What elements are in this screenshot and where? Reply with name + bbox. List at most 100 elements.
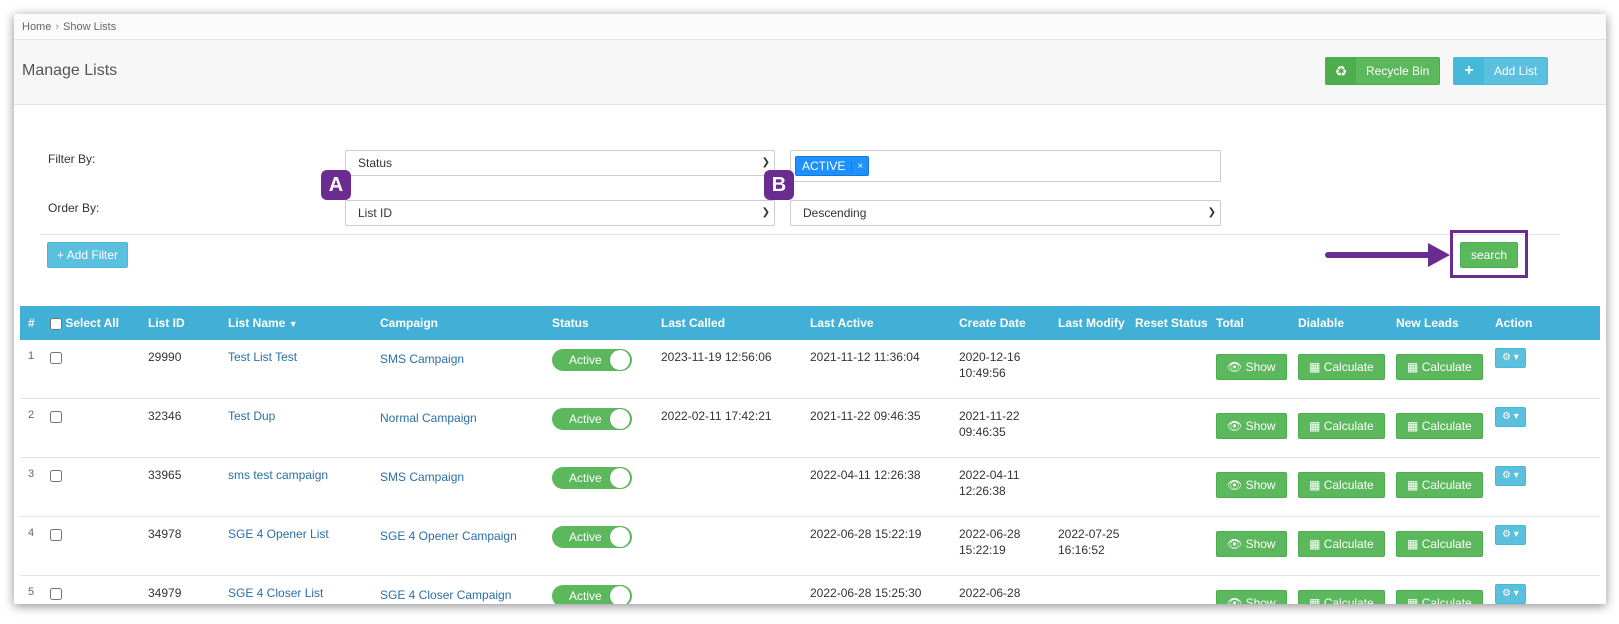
create-date: 2020-12-16 xyxy=(959,350,1021,364)
calculator-icon: ▦ xyxy=(1309,478,1321,492)
action-dropdown-button[interactable]: ⚙ ▾ xyxy=(1495,525,1526,545)
sort-caret-icon: ▼ xyxy=(288,319,298,329)
campaign-link[interactable]: SMS Campaign xyxy=(380,470,464,484)
toggle-knob xyxy=(610,350,630,370)
col-reset-status[interactable]: Reset Status xyxy=(1127,306,1208,340)
status-toggle[interactable]: Active xyxy=(552,408,632,430)
calculate-label: Calculate xyxy=(1323,360,1374,374)
campaign-link[interactable]: Normal Campaign xyxy=(380,411,477,425)
list-name-link[interactable]: sms test campaign xyxy=(228,468,328,482)
toggle-knob xyxy=(610,586,630,604)
row-total-cell: 👁 Show xyxy=(1208,457,1290,517)
table-row: 4 34978 SGE 4 Opener List SGE 4 Opener Camp… xyxy=(20,516,1600,576)
add-filter-button[interactable]: + Add Filter xyxy=(47,242,129,268)
calculate-dialable-button[interactable]: ▦ Calculate xyxy=(1298,472,1385,498)
show-total-button[interactable]: 👁 Show xyxy=(1216,354,1287,380)
row-checkbox[interactable] xyxy=(50,528,62,541)
recycle-bin-button[interactable]: ♻ Recycle Bin xyxy=(1325,57,1441,85)
action-dropdown-button[interactable]: ⚙ ▾ xyxy=(1495,584,1526,604)
row-last-active: 2021-11-22 09:46:35 xyxy=(802,398,951,458)
row-total-cell: 👁 Show xyxy=(1208,398,1290,458)
create-time: 10:49:56 xyxy=(959,366,1006,380)
eye-icon: 👁 xyxy=(1227,419,1243,433)
calculate-new-leads-button[interactable]: ▦ Calculate xyxy=(1396,354,1483,380)
campaign-link[interactable]: SGE 4 Opener Campaign xyxy=(380,529,517,543)
show-total-button[interactable]: 👁 Show xyxy=(1216,531,1287,557)
show-total-button[interactable]: 👁 Show xyxy=(1216,413,1287,439)
create-time: 09:46:35 xyxy=(959,425,1006,439)
calculator-icon: ▦ xyxy=(1407,596,1419,604)
calculate-new-leads-button[interactable]: ▦ Calculate xyxy=(1396,472,1483,498)
action-dropdown-button[interactable]: ⚙ ▾ xyxy=(1495,407,1526,427)
search-button[interactable]: search xyxy=(1460,242,1518,268)
calculator-icon: ▦ xyxy=(1407,537,1419,551)
chevron-down-icon: ❯ xyxy=(1207,207,1216,218)
show-total-button[interactable]: 👁 Show xyxy=(1216,472,1287,498)
row-last-called xyxy=(653,516,802,576)
show-label: Show xyxy=(1245,537,1276,551)
col-dialable[interactable]: Dialable xyxy=(1290,306,1388,340)
row-select-cell xyxy=(42,340,140,399)
col-create-date[interactable]: Create Date xyxy=(951,306,1050,340)
col-select-all[interactable]: Select All xyxy=(42,306,140,340)
row-status-cell: Active xyxy=(544,340,653,399)
filter-field-select[interactable]: Status ❯ xyxy=(345,150,775,176)
action-dropdown-button[interactable]: ⚙ ▾ xyxy=(1495,466,1526,486)
order-direction-select[interactable]: Descending ❯ xyxy=(790,200,1221,226)
row-num: 2 xyxy=(20,398,42,458)
show-label: Show xyxy=(1245,478,1276,492)
gear-icon: ⚙ xyxy=(1502,352,1511,363)
row-num: 5 xyxy=(20,575,42,604)
breadcrumb-current: Show Lists xyxy=(63,21,117,33)
campaign-link[interactable]: SGE 4 Closer Campaign xyxy=(380,588,511,602)
row-checkbox[interactable] xyxy=(50,469,62,482)
calculate-new-leads-button[interactable]: ▦ Calculate xyxy=(1396,590,1483,604)
row-reset-status xyxy=(1127,340,1208,399)
row-checkbox[interactable] xyxy=(50,410,62,423)
breadcrumb-home[interactable]: Home xyxy=(22,21,51,33)
show-total-button[interactable]: 👁 Show xyxy=(1216,590,1287,604)
col-last-modify[interactable]: Last Modify xyxy=(1050,306,1127,340)
col-new-leads[interactable]: New Leads xyxy=(1388,306,1487,340)
toggle-knob xyxy=(610,409,630,429)
col-last-active[interactable]: Last Active xyxy=(802,306,951,340)
table-row: 5 34979 SGE 4 Closer List SGE 4 Closer Camp… xyxy=(20,575,1600,604)
calculate-new-leads-button[interactable]: ▦ Calculate xyxy=(1396,413,1483,439)
campaign-link[interactable]: SMS Campaign xyxy=(380,352,464,366)
action-dropdown-button[interactable]: ⚙ ▾ xyxy=(1495,348,1526,368)
col-last-called[interactable]: Last Called xyxy=(653,306,802,340)
filter-tag: ACTIVE × xyxy=(795,156,870,176)
calculate-dialable-button[interactable]: ▦ Calculate xyxy=(1298,354,1385,380)
col-list-id[interactable]: List ID xyxy=(140,306,220,340)
select-all-checkbox[interactable] xyxy=(50,317,62,330)
add-list-button[interactable]: + Add List xyxy=(1453,57,1549,85)
status-toggle[interactable]: Active xyxy=(552,526,632,548)
row-checkbox[interactable] xyxy=(50,351,62,364)
caret-down-icon: ▾ xyxy=(1513,352,1519,363)
order-field-select[interactable]: List ID ❯ xyxy=(345,200,775,226)
row-dialable-cell: ▦ Calculate xyxy=(1290,340,1388,399)
list-name-link[interactable]: Test Dup xyxy=(228,409,275,423)
col-campaign[interactable]: Campaign xyxy=(372,306,544,340)
list-name-link[interactable]: Test List Test xyxy=(228,350,297,364)
status-toggle[interactable]: Active xyxy=(552,585,632,604)
table-row: 3 33965 sms test campaign SMS Campaign Activ… xyxy=(20,457,1600,517)
calculate-dialable-button[interactable]: ▦ Calculate xyxy=(1298,590,1385,604)
list-name-link[interactable]: SGE 4 Closer List xyxy=(228,586,323,600)
status-toggle[interactable]: Active xyxy=(552,467,632,489)
row-action-cell: ⚙ ▾ xyxy=(1487,575,1600,604)
col-total[interactable]: Total xyxy=(1208,306,1290,340)
row-checkbox[interactable] xyxy=(50,587,62,600)
row-dialable-cell: ▦ Calculate xyxy=(1290,398,1388,458)
col-list-name[interactable]: List Name ▼ xyxy=(220,306,372,340)
col-status[interactable]: Status xyxy=(544,306,653,340)
order-by-label: Order By: xyxy=(48,201,100,215)
list-name-link[interactable]: SGE 4 Opener List xyxy=(228,527,329,541)
calculate-dialable-button[interactable]: ▦ Calculate xyxy=(1298,531,1385,557)
status-toggle[interactable]: Active xyxy=(552,349,632,371)
row-action-cell: ⚙ ▾ xyxy=(1487,340,1600,399)
remove-tag-icon[interactable]: × xyxy=(851,160,868,172)
calculate-dialable-button[interactable]: ▦ Calculate xyxy=(1298,413,1385,439)
calculate-new-leads-button[interactable]: ▦ Calculate xyxy=(1396,531,1483,557)
filter-value-input[interactable]: ACTIVE × xyxy=(790,150,1221,182)
